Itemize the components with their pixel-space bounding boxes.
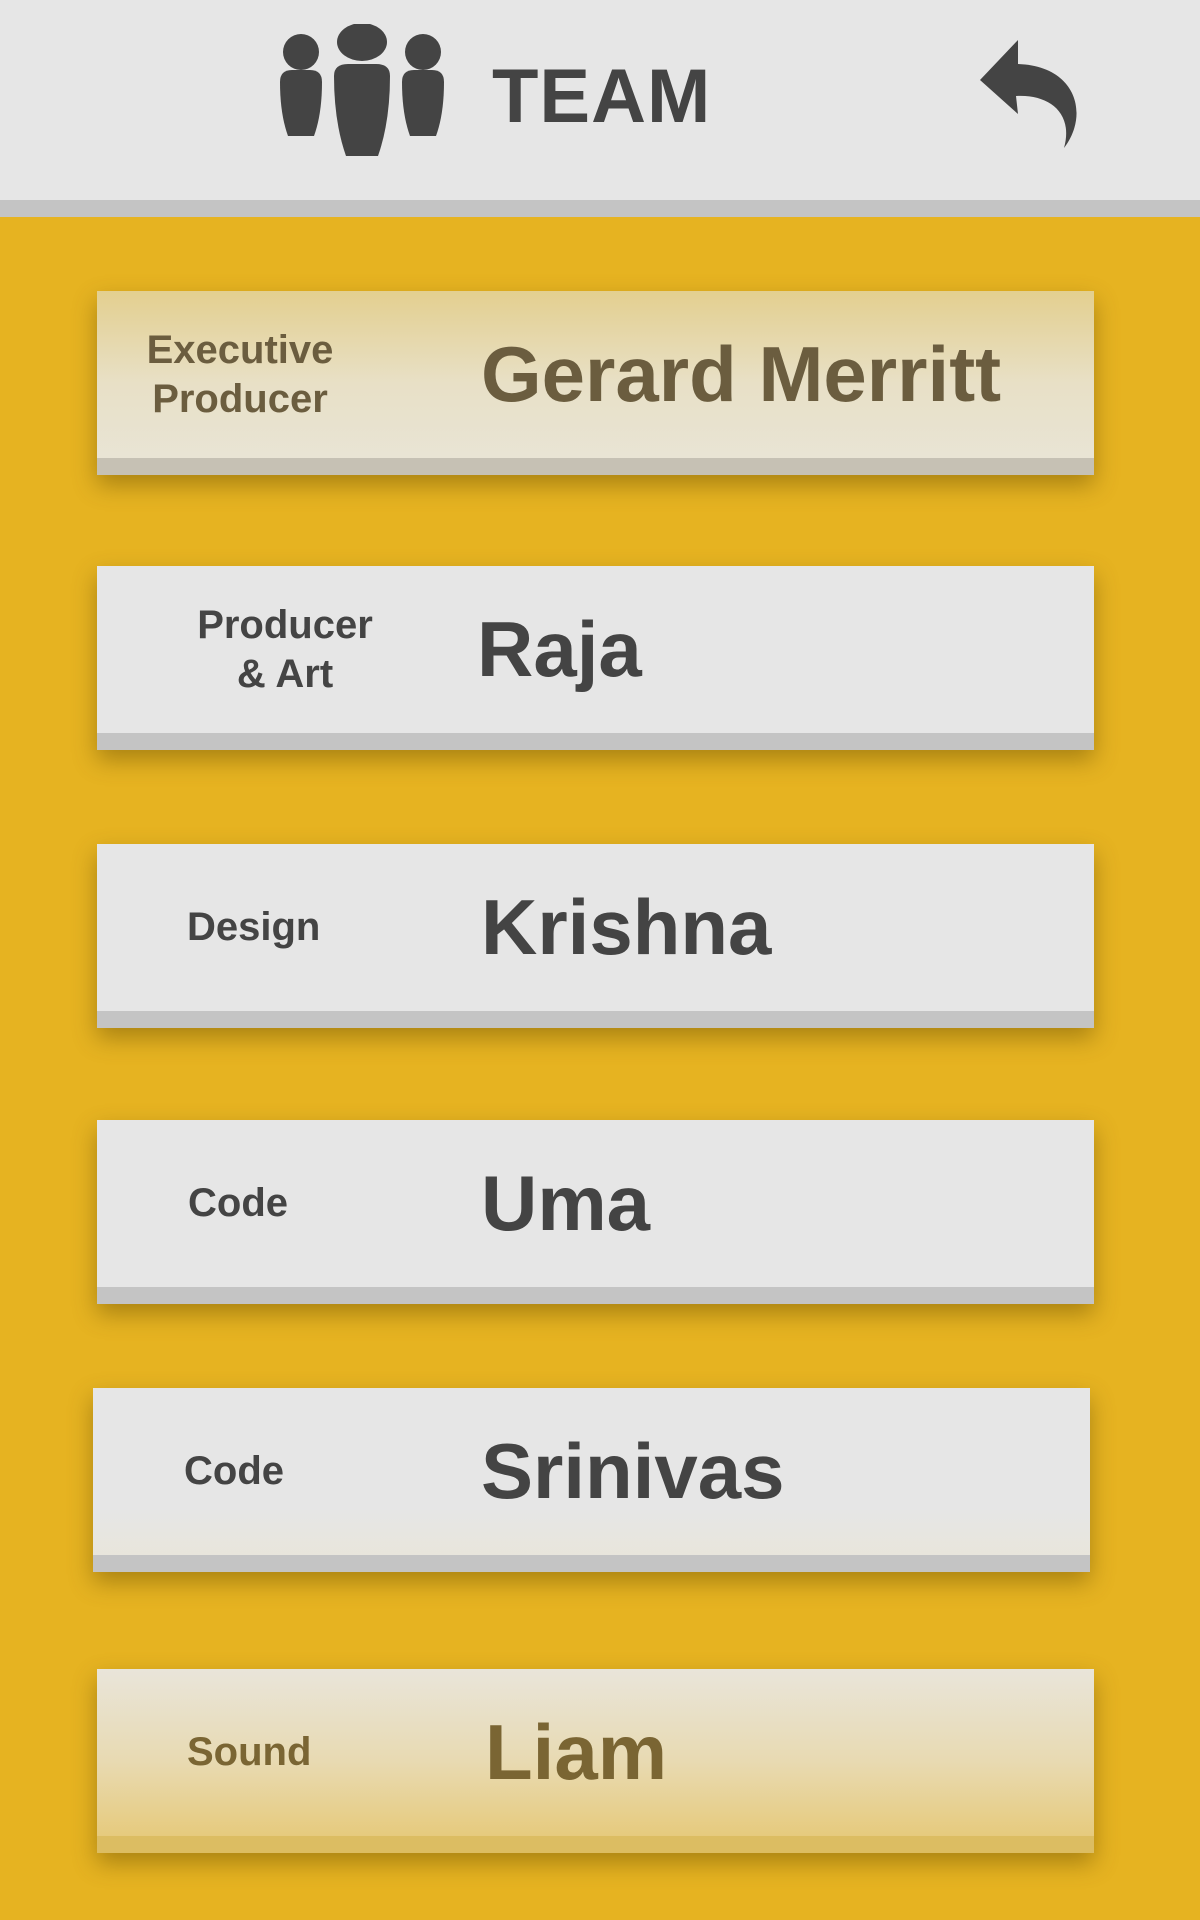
team-role: Code bbox=[184, 1449, 284, 1494]
team-card-sound: Sound Liam bbox=[97, 1669, 1094, 1853]
team-role: Producer & Art bbox=[197, 602, 373, 696]
team-card-producer-art: Producer & Art Raja bbox=[97, 566, 1094, 750]
team-role: Executive Producer bbox=[146, 327, 334, 421]
people-group-icon bbox=[276, 23, 448, 158]
team-card-code: Code Srinivas bbox=[93, 1388, 1090, 1572]
team-card-executive-producer: Executive Producer Gerard Merritt bbox=[97, 291, 1094, 475]
team-member-name: Raja bbox=[477, 605, 642, 693]
back-button[interactable] bbox=[978, 36, 1088, 152]
page-title: TEAM bbox=[492, 54, 712, 139]
team-card-design: Design Krishna bbox=[97, 844, 1094, 1028]
team-role: Design bbox=[187, 905, 321, 950]
team-member-name: Gerard Merritt bbox=[481, 330, 1002, 418]
team-card-code: Code Uma bbox=[97, 1120, 1094, 1304]
team-member-name: Liam bbox=[485, 1708, 668, 1796]
back-arrow-icon bbox=[980, 40, 1077, 148]
team-member-name: Srinivas bbox=[481, 1427, 785, 1515]
team-member-name: Krishna bbox=[481, 883, 772, 971]
team-role: Code bbox=[188, 1181, 288, 1226]
team-member-name: Uma bbox=[481, 1159, 651, 1247]
header-divider bbox=[0, 200, 1200, 217]
team-role: Sound bbox=[187, 1730, 312, 1775]
header-bar: TEAM bbox=[0, 0, 1200, 200]
